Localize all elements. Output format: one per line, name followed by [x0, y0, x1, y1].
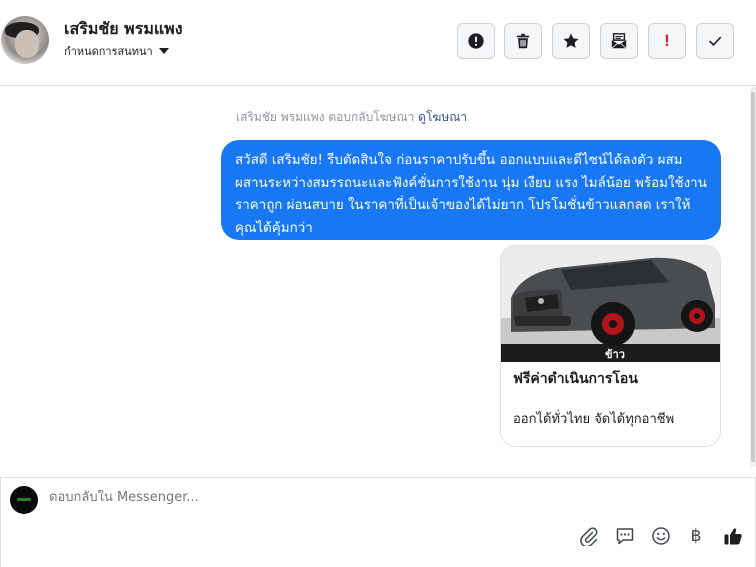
emoji-icon: [652, 527, 670, 545]
message-bubble[interactable]: สวัสดี เสริมชัย! รีบตัดสินใจ ก่อนราคาปรั…: [221, 140, 721, 240]
contact-name[interactable]: เสริมชัย พรมแพง: [64, 17, 183, 42]
conversation-schedule-dropdown[interactable]: กำหนดการสนทนา: [64, 42, 169, 60]
paperclip-icon: [580, 527, 598, 546]
mark-unread-button[interactable]: [600, 23, 638, 59]
mark-unread-icon: [611, 33, 627, 49]
caret-down-icon: [158, 48, 169, 54]
emoji-button[interactable]: [650, 525, 672, 547]
payment-button[interactable]: ฿: [685, 525, 707, 547]
pickup-truck-image: ข้าว: [501, 246, 720, 362]
report-spam-button[interactable]: [457, 23, 495, 59]
mark-done-button[interactable]: [696, 23, 734, 59]
thread-scrollbar-thumb[interactable]: [751, 92, 755, 462]
view-ad-link[interactable]: ดูโฆษณา: [418, 110, 467, 124]
like-button[interactable]: [722, 525, 744, 547]
reply-input[interactable]: [49, 490, 549, 505]
mark-important-button[interactable]: !: [648, 23, 686, 59]
ad-card[interactable]: ข้าว ฟรีค่าดำเนินการโอน ออกได้ทั่วไทย จั…: [500, 245, 721, 447]
exclamation-icon: !: [664, 31, 670, 50]
contact-avatar[interactable]: [1, 16, 49, 64]
ad-card-image[interactable]: ข้าว: [501, 246, 720, 362]
thumbs-up-icon: [724, 528, 742, 545]
image-caption: ข้าว: [605, 348, 625, 361]
saved-reply-button[interactable]: [614, 525, 636, 547]
ad-reply-text: เสริมชัย พรมแพง ตอบกลับโฆษณา: [236, 110, 415, 124]
check-icon: [709, 36, 722, 46]
alert-circle-icon: [468, 33, 484, 49]
page-avatar: [10, 486, 38, 514]
ad-card-title: ฟรีค่าดำเนินการโอน: [513, 371, 638, 387]
baht-icon: ฿: [690, 526, 702, 546]
ad-reply-notice: เสริมชัย พรมแพง ตอบกลับโฆษณา ดูโฆษณา: [236, 108, 467, 127]
star-icon: [563, 33, 579, 48]
trash-icon: [516, 33, 530, 49]
conversation-header: เสริมชัย พรมแพง กำหนดการสนทนา: [0, 0, 756, 86]
message-template-icon: [616, 528, 634, 545]
delete-button[interactable]: [504, 23, 542, 59]
conversation-schedule-label: กำหนดการสนทนา: [64, 45, 153, 58]
star-button[interactable]: [552, 23, 590, 59]
ad-card-subtitle: ออกได้ทั่วไทย จัดได้ทุกอาชีพ: [513, 412, 675, 427]
attach-button[interactable]: [578, 525, 600, 547]
